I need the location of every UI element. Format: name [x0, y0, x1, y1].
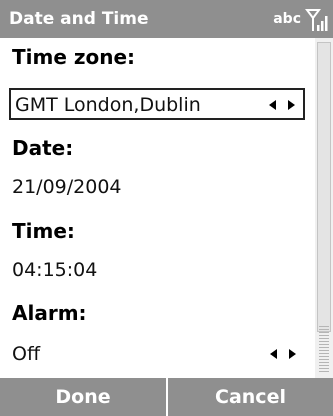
alarm-label: Alarm: — [12, 301, 87, 325]
scrollbar-thumb[interactable] — [317, 42, 331, 332]
done-softkey[interactable]: Done — [0, 378, 166, 416]
time-zone-label: Time zone: — [12, 45, 136, 69]
left-right-arrows-icon[interactable] — [268, 348, 298, 360]
settings-form: Time zone: GMT London,Dublin Date: 21/09… — [0, 38, 315, 378]
signal-strength-icon — [305, 9, 328, 31]
left-right-arrows-icon[interactable] — [267, 99, 297, 111]
alarm-value: Off — [12, 343, 41, 365]
screen-title: Date and Time — [9, 9, 149, 29]
scrollbar-grip — [319, 326, 329, 372]
time-field[interactable]: 04:15:04 — [12, 257, 97, 283]
time-zone-selector[interactable]: GMT London,Dublin — [9, 88, 305, 120]
time-label: Time: — [12, 219, 75, 243]
input-mode-indicator: abc — [273, 11, 301, 27]
vertical-scrollbar[interactable] — [315, 38, 333, 378]
title-bar: Date and Time abc — [0, 0, 333, 38]
time-zone-value: GMT London,Dublin — [15, 94, 201, 116]
softkey-bar: Done Cancel — [0, 378, 333, 416]
date-label: Date: — [12, 136, 74, 160]
cancel-softkey[interactable]: Cancel — [168, 378, 333, 416]
date-field[interactable]: 21/09/2004 — [12, 174, 122, 200]
